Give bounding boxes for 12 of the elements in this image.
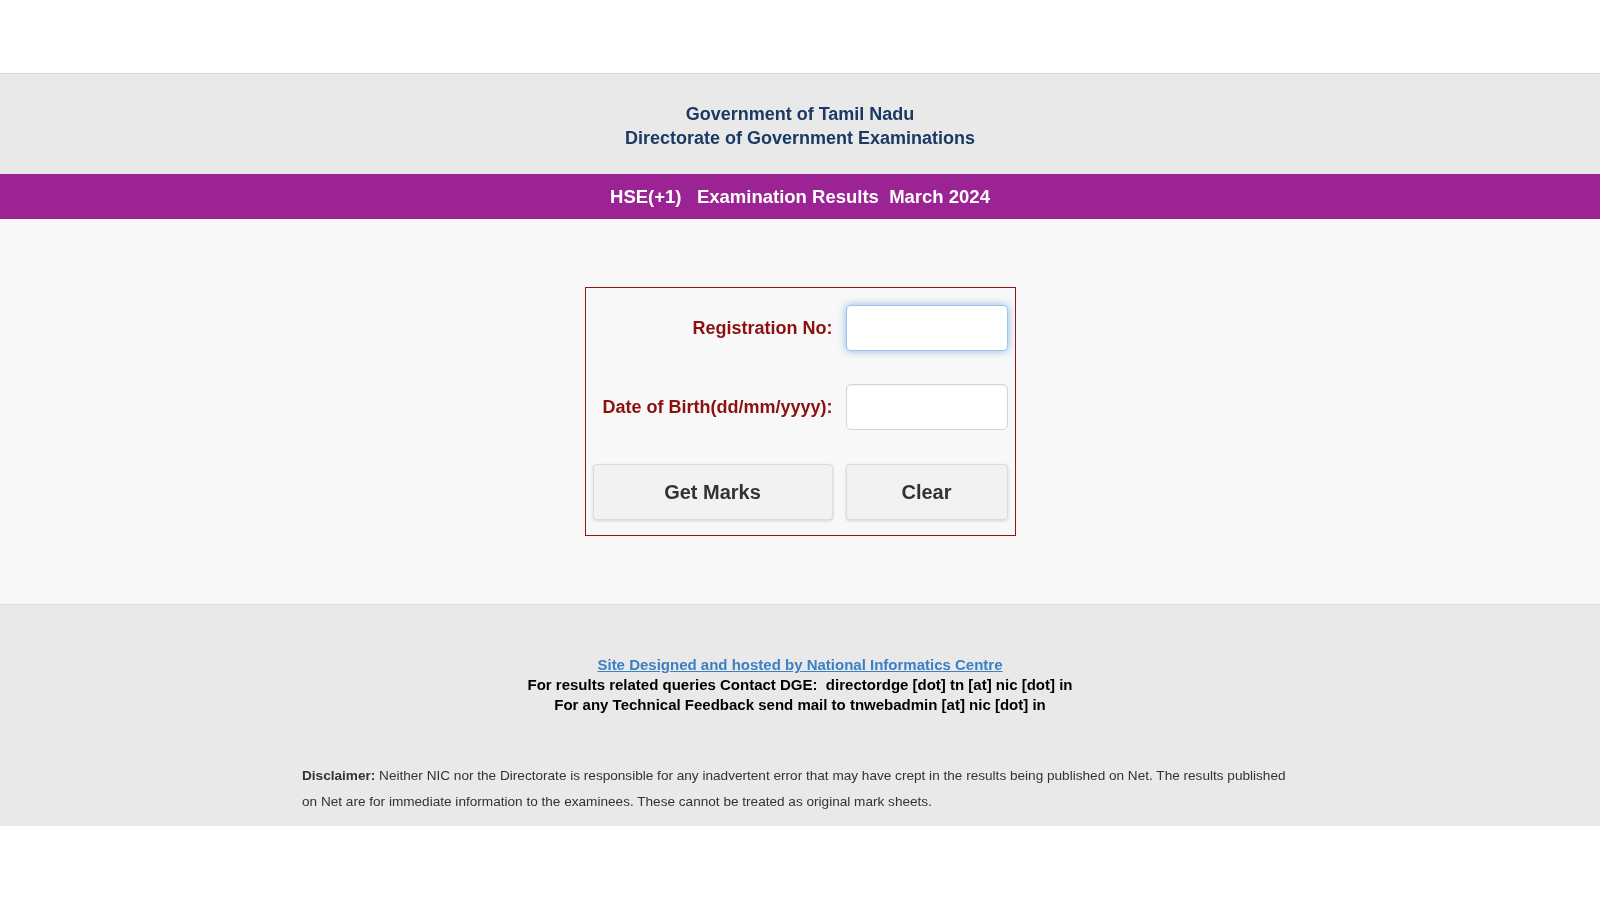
contact-text: For results related queries Contact DGE: directordge [dot] tn [at] nic [dot] in [527, 675, 1073, 695]
disclaimer-text: Disclaimer: Neither NIC nor the Directorate is responsible for any inadvertent error that may have crept in the results being published on Net. The results published on Net are for immediate information to the examinees. These cannot be treated as original mark sheets. [302, 767, 1287, 811]
header-title: Directorate of Government Examinations [624, 127, 976, 150]
banner-title: HSE(+1) Examination Results March 2024 [610, 184, 990, 209]
field-label: Date of Birth(dd/mm/yyyy): [602, 395, 833, 419]
input-field[interactable] [845, 305, 1008, 351]
submit-button[interactable]: Get Marks [592, 464, 833, 520]
field-label: Registration No: [692, 316, 833, 340]
clear-button[interactable]: Clear [845, 464, 1008, 520]
contact-text: For any Technical Feedback send mail to tnwebadmin [at] nic [dot] in [554, 695, 1046, 715]
input-field[interactable] [845, 384, 1008, 430]
header-title: Government of Tamil Nadu [685, 103, 915, 126]
